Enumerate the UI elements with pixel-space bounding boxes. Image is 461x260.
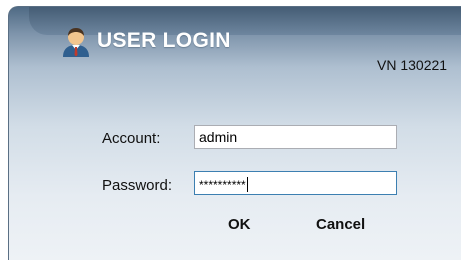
cancel-button[interactable]: Cancel	[316, 216, 365, 233]
password-masked-value: **********	[199, 178, 246, 192]
text-caret	[246, 177, 248, 192]
password-label: Password:	[102, 177, 173, 194]
ok-button[interactable]: OK	[228, 216, 251, 233]
user-icon	[63, 28, 89, 57]
window-title: USER LOGIN	[97, 29, 231, 52]
header-band	[29, 7, 461, 35]
login-dialog: USER LOGIN VN 130221 Account: admin Pass…	[8, 6, 461, 260]
version-label: VN 130221	[377, 57, 448, 73]
account-input[interactable]: admin	[194, 125, 397, 149]
account-label: Account:	[102, 130, 161, 147]
password-input[interactable]: **********	[194, 171, 397, 195]
account-value: admin	[199, 129, 238, 145]
